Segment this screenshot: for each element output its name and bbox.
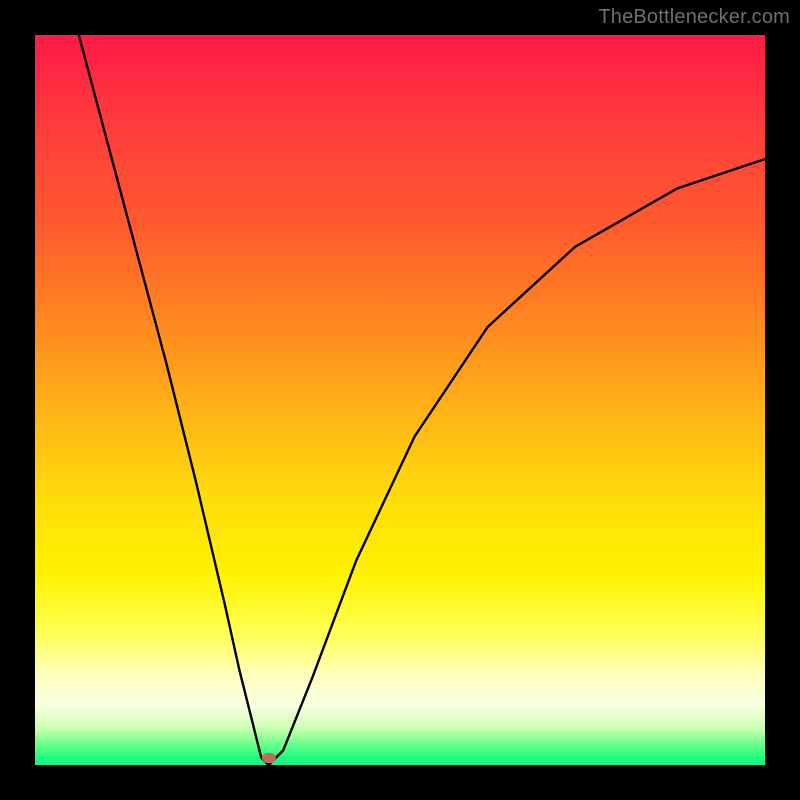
attribution-text: TheBottlenecker.com bbox=[598, 6, 790, 29]
optimal-marker bbox=[262, 753, 276, 763]
chart-frame: TheBottlenecker.com bbox=[0, 0, 800, 800]
bottleneck-curve bbox=[35, 35, 765, 765]
plot-area bbox=[35, 35, 765, 765]
